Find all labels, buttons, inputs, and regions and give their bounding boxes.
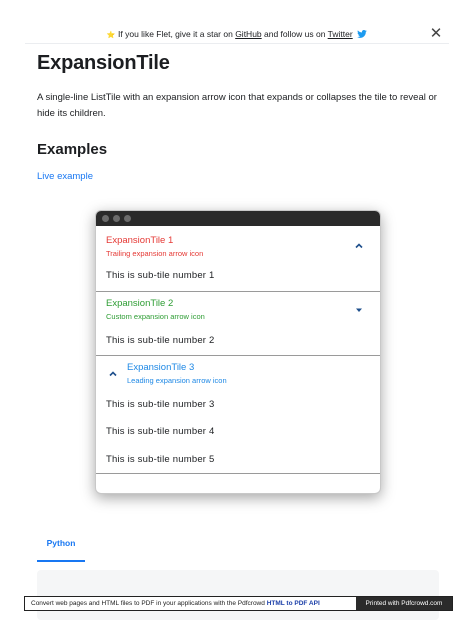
tile-subtitle: Custom expansion arrow icon [106,312,205,321]
twitter-bird-icon [357,27,367,43]
sub-tile: This is sub-tile number 5 [106,454,215,465]
window-minimize-dot[interactable] [113,215,120,222]
window-titlebar [96,211,380,226]
sub-tile: This is sub-tile number 2 [106,335,215,346]
tile-divider [96,473,380,474]
html-to-pdf-api-link[interactable]: HTML to PDF API [267,600,320,607]
window-close-dot[interactable] [102,215,109,222]
tab-python[interactable]: Python [37,530,85,562]
expansion-tile-1[interactable]: ExpansionTile 1 Trailing expansion arrow… [96,226,380,266]
caret-down-icon[interactable] [352,302,366,316]
twitter-link[interactable]: Twitter [328,29,353,39]
examples-heading: Examples [37,141,108,158]
footer-message: Convert web pages and HTML files to PDF … [31,597,320,610]
tile-subtitle: Leading expansion arrow icon [127,376,227,385]
tile-title: ExpansionTile 1 [106,235,174,246]
live-example-link[interactable]: Live example [37,171,93,182]
page-title: ExpansionTile [37,52,170,74]
tile-title: ExpansionTile 2 [106,298,174,309]
code-block [37,570,439,620]
footer-text: Convert web pages and HTML files to PDF … [31,600,267,607]
sub-tile: This is sub-tile number 3 [106,399,215,410]
expansion-tile-3[interactable]: ExpansionTile 3 Leading expansion arrow … [96,356,380,394]
sub-tile: This is sub-tile number 1 [106,270,215,281]
sub-tile: This is sub-tile number 4 [106,426,215,437]
chevron-up-icon[interactable] [106,366,120,380]
star-icon: ⭐ [106,32,116,39]
expansion-tile-2[interactable]: ExpansionTile 2 Custom expansion arrow i… [96,292,380,330]
announcement-banner: ⭐ If you like Flet, give it a star on Gi… [0,26,474,42]
tile-subtitle: Trailing expansion arrow icon [106,249,204,258]
chevron-up-icon[interactable] [352,238,366,252]
banner-divider [25,43,449,44]
banner-text-before: If you like Flet, give it a star on [118,29,236,39]
banner-text-middle: and follow us on [261,29,328,39]
printed-with-badge[interactable]: Printed with Pdfcrowd.com [356,597,452,610]
close-banner-button[interactable]: ✕ [428,26,444,42]
tile-title: ExpansionTile 3 [127,362,195,373]
page-description: A single-line ListTile with an expansion… [37,92,437,119]
example-app-window: ExpansionTile 1 Trailing expansion arrow… [95,210,381,494]
github-link[interactable]: GitHub [235,29,261,39]
window-maximize-dot[interactable] [124,215,131,222]
pdf-footer: Convert web pages and HTML files to PDF … [24,596,453,611]
